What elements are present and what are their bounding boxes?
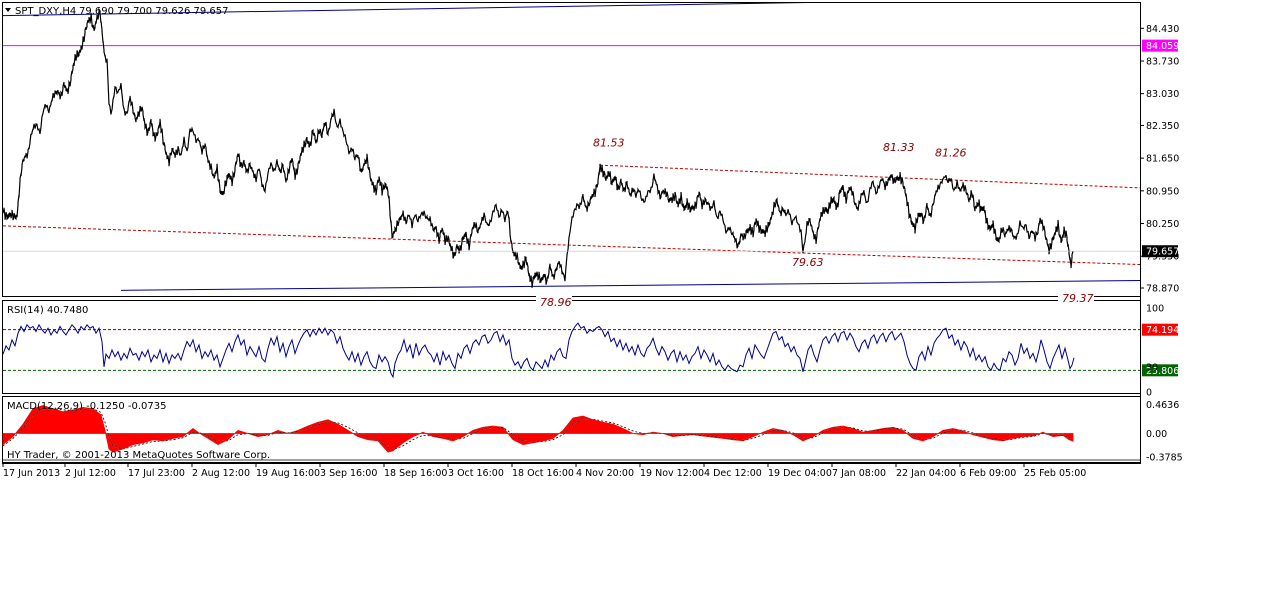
macd-y-tick-label-2: -0.3785 xyxy=(1146,452,1183,463)
annotation-label-5: 79.37 xyxy=(1062,292,1094,305)
x-tick-label-3: 2 Aug 12:00 xyxy=(192,468,250,479)
x-tick-label-4: 19 Aug 16:00 xyxy=(256,468,320,479)
x-tick-label-5: 3 Sep 16:00 xyxy=(320,468,377,479)
x-tick-label-8: 18 Oct 16:00 xyxy=(512,468,574,479)
rsi-label: RSI(14) 40.7480 xyxy=(7,305,88,316)
ohlc-values: 79.690 79.700 79.626 79.657 xyxy=(79,6,229,17)
symbol-label: SPT_DXY,H4 xyxy=(15,6,76,17)
macd-signal-line-bg xyxy=(2,408,1074,451)
trendline-solid-1 xyxy=(120,280,1140,291)
y-tick-label-1: 83.730 xyxy=(1146,56,1179,67)
y-tick-label-3: 82.350 xyxy=(1146,121,1179,132)
trendline-dashed-2 xyxy=(3,225,1140,266)
x-tick-label-15: 6 Feb 09:00 xyxy=(960,468,1016,479)
annotation-label-0: 81.53 xyxy=(593,136,625,149)
x-tick-label-16: 25 Feb 05:00 xyxy=(1024,468,1086,479)
x-tick-label-7: 3 Oct 16:00 xyxy=(448,468,504,479)
dropdown-triangle-icon[interactable] xyxy=(5,8,11,12)
macd-y-tick-label-0: 0.4636 xyxy=(1146,400,1179,411)
x-tick-label-6: 18 Sep 16:00 xyxy=(384,468,447,479)
annotation-label-1: 78.96 xyxy=(540,296,572,309)
copyright-text: HY Trader, © 2001-2013 MetaQuotes Softwa… xyxy=(7,450,270,461)
rsi-y-tick-label-1: 30 xyxy=(1146,362,1158,373)
resistance-tag-label: 84.059 xyxy=(1146,41,1179,52)
x-tick-label-9: 4 Nov 20:00 xyxy=(576,468,634,479)
y-tick-label-6: 80.250 xyxy=(1146,219,1179,230)
x-tick-label-11: 4 Dec 12:00 xyxy=(704,468,762,479)
x-tick-label-14: 22 Jan 04:00 xyxy=(896,468,956,479)
y-tick-label-8: 78.870 xyxy=(1146,283,1179,294)
y-tick-label-0: 84.430 xyxy=(1146,24,1179,35)
rsi-series-line xyxy=(2,322,1075,379)
annotation-label-4: 81.26 xyxy=(935,146,967,159)
x-tick-label-0: 17 Jun 2013 xyxy=(3,468,60,479)
macd-label: MACD(12,26,9) -0.1250 -0.0735 xyxy=(7,401,167,412)
y-tick-label-4: 81.650 xyxy=(1146,154,1179,165)
macd-signal-line xyxy=(2,408,1074,451)
macd-histogram-area xyxy=(2,405,1074,453)
chart-root[interactable]: 81.53 78.96 79.63 81.33 81.26 79.37 84.430 83.7… xyxy=(0,0,1271,601)
current-price-tag-label: 79.657 xyxy=(1146,247,1179,258)
main-clip-group xyxy=(3,3,1140,291)
x-tick-label-10: 19 Nov 12:00 xyxy=(640,468,704,479)
macd-y-tick-label-1: 0.00 xyxy=(1146,429,1167,440)
x-tick-label-12: 19 Dec 04:00 xyxy=(768,468,832,479)
chart-svg[interactable]: 81.53 78.96 79.63 81.33 81.26 79.37 84.430 83.7… xyxy=(0,0,1271,601)
rsi-pane-frame xyxy=(2,300,1141,394)
annotation-label-2: 79.63 xyxy=(792,256,824,269)
rsi-level-tag-label-0: 74.194 xyxy=(1146,325,1179,336)
x-tick-label-13: 7 Jan 08:00 xyxy=(832,468,886,479)
rsi-y-tick-label-2: 0 xyxy=(1146,388,1152,399)
x-tick-label-2: 17 Jul 23:00 xyxy=(128,468,185,479)
rsi-y-tick-label-0: 100 xyxy=(1146,304,1164,315)
x-tick-label-1: 2 Jul 12:00 xyxy=(65,468,116,479)
y-tick-label-5: 80.950 xyxy=(1146,186,1179,197)
annotation-label-3: 81.33 xyxy=(883,141,915,154)
y-tick-label-2: 83.030 xyxy=(1146,89,1179,100)
